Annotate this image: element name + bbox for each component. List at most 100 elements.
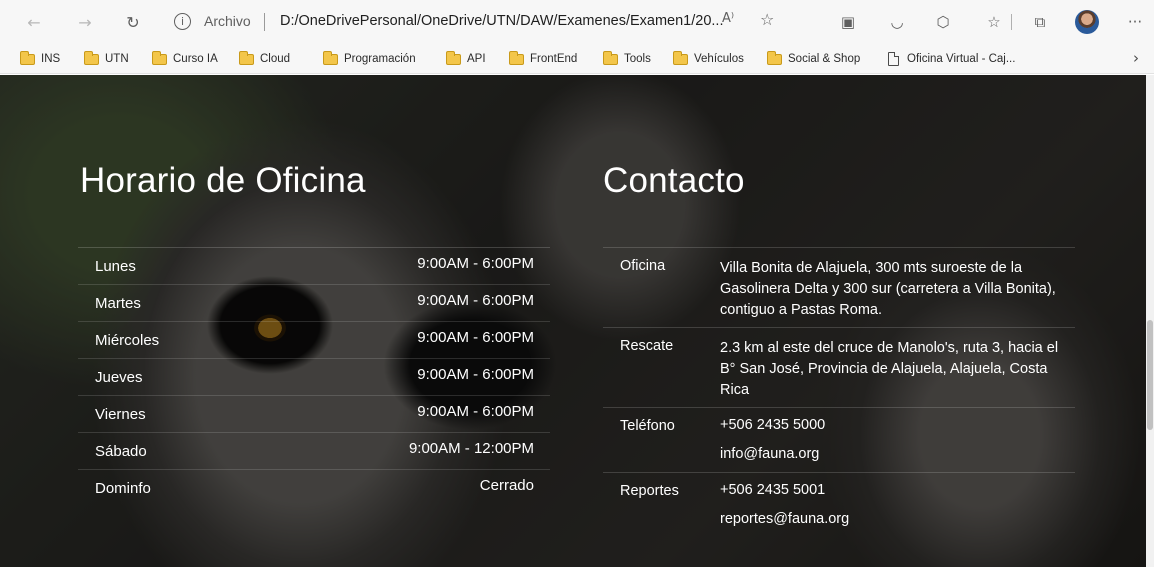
hours-title: Horario de Oficina xyxy=(80,161,366,200)
info-icon[interactable]: i xyxy=(174,13,191,30)
folder-icon xyxy=(20,50,35,65)
back-icon[interactable]: ← xyxy=(22,10,46,34)
table-row: Lunes 9:00AM - 6:00PM xyxy=(78,247,550,284)
bookmark-folder[interactable]: Curso IA xyxy=(152,49,218,69)
hours-table: Lunes 9:00AM - 6:00PM Martes 9:00AM - 6:00… xyxy=(78,247,550,506)
folder-icon xyxy=(323,50,338,65)
contact-table: Oficina Villa Bonita de Alajuela, 300 mt… xyxy=(603,247,1075,547)
extensions-puzzle-icon[interactable]: ⬡ xyxy=(931,10,955,34)
bookmark-folder[interactable]: Cloud xyxy=(239,49,290,69)
table-row: Rescate 2.3 km al este del cruce de Mano… xyxy=(603,327,1075,407)
email-link[interactable]: reportes@fauna.org xyxy=(720,505,1060,534)
contact-label: Reportes xyxy=(620,483,679,499)
bookmark-folder[interactable]: Tools xyxy=(603,49,651,69)
contact-value: 2.3 km al este del cruce de Manolo's, ru… xyxy=(720,340,1059,398)
contact-title: Contacto xyxy=(603,161,745,200)
table-row: Viernes 9:00AM - 6:00PM xyxy=(78,395,550,432)
pocket-icon[interactable]: ◡ xyxy=(885,10,909,34)
contact-value: +506 2435 5001 reportes@fauna.org xyxy=(720,476,1060,534)
table-row: Martes 9:00AM - 6:00PM xyxy=(78,284,550,321)
phone-link[interactable]: +506 2435 5001 xyxy=(720,476,1060,505)
toolbar-divider xyxy=(1011,14,1012,30)
favorites-icon[interactable]: ☆ xyxy=(982,10,1006,34)
bookmark-label: Curso IA xyxy=(173,53,218,65)
bookmark-folder[interactable]: Social & Shop xyxy=(767,49,860,69)
scrollbar-thumb[interactable] xyxy=(1147,320,1153,430)
page-icon xyxy=(888,52,899,66)
table-row: Oficina Villa Bonita de Alajuela, 300 mt… xyxy=(603,247,1075,327)
folder-icon xyxy=(152,50,167,65)
bookmark-label: Oficina Virtual - Caj... xyxy=(907,53,1016,65)
bookmark-folder[interactable]: API xyxy=(446,49,486,69)
table-row: Reportes +506 2435 5001 reportes@fauna.o… xyxy=(603,472,1075,547)
forward-icon[interactable]: → xyxy=(73,10,97,34)
bookmark-label: FrontEnd xyxy=(530,53,578,65)
phone-link[interactable]: +506 2435 5000 xyxy=(720,411,1060,440)
table-row: Miércoles 9:00AM - 6:00PM xyxy=(78,321,550,358)
bookmark-folder[interactable]: UTN xyxy=(84,49,129,69)
bookmark-folder[interactable]: FrontEnd xyxy=(509,49,577,69)
table-row: Jueves 9:00AM - 6:00PM xyxy=(78,358,550,395)
extension-icon[interactable]: ▣ xyxy=(836,10,860,34)
chevron-right-icon[interactable]: › xyxy=(1133,49,1139,67)
time-cell: 9:00AM - 12:00PM xyxy=(408,440,534,457)
table-row: Dominfo Cerrado xyxy=(78,469,550,506)
contact-value: +506 2435 5000 info@fauna.org xyxy=(720,411,1060,469)
bookmarks-bar: INS UTN Curso IA Cloud Programación API … xyxy=(0,46,1154,72)
read-aloud-icon[interactable]: A⁾ xyxy=(722,11,734,26)
vertical-scrollbar[interactable] xyxy=(1146,75,1154,567)
browser-toolbar: ← → ↻ i Archivo D:/OneDrivePersonal/OneD… xyxy=(0,0,1154,44)
bookmark-label: Tools xyxy=(624,53,651,65)
info-section: Horario de Oficina Contacto Lunes 9:00AM … xyxy=(0,75,1146,567)
browser-chrome: ← → ↻ i Archivo D:/OneDrivePersonal/OneD… xyxy=(0,0,1154,74)
refresh-icon[interactable]: ↻ xyxy=(121,10,145,34)
folder-icon xyxy=(239,50,254,65)
more-menu-icon[interactable]: ··· xyxy=(1123,10,1147,34)
add-favorite-icon[interactable]: ☆ xyxy=(760,10,774,29)
time-cell: 9:00AM - 6:00PM xyxy=(417,329,534,346)
page-viewport: Horario de Oficina Contacto Lunes 9:00AM … xyxy=(0,75,1154,567)
folder-icon xyxy=(446,50,461,65)
time-cell: Cerrado xyxy=(479,477,534,494)
collections-icon[interactable]: ⧉ xyxy=(1028,10,1052,34)
profile-avatar[interactable] xyxy=(1075,10,1099,34)
day-cell: Jueves xyxy=(95,369,143,386)
day-cell: Sábado xyxy=(95,443,147,460)
bookmark-label: INS xyxy=(41,53,61,65)
day-cell: Lunes xyxy=(95,258,136,275)
bookmark-label: Programación xyxy=(344,53,416,65)
time-cell: 9:00AM - 6:00PM xyxy=(417,255,534,272)
address-bar[interactable]: i Archivo D:/OneDrivePersonal/OneDrive/U… xyxy=(162,7,1050,37)
bookmark-label: API xyxy=(467,53,486,65)
bookmark-label: Cloud xyxy=(260,53,291,65)
folder-icon xyxy=(84,50,99,65)
bookmark-folder[interactable]: Vehículos xyxy=(673,49,744,69)
time-cell: 9:00AM - 6:00PM xyxy=(417,403,534,420)
bookmark-label: Vehículos xyxy=(694,53,744,65)
day-cell: Viernes xyxy=(95,406,146,423)
contact-value: Villa Bonita de Alajuela, 300 mts suroes… xyxy=(720,260,1056,318)
folder-icon xyxy=(603,50,618,65)
folder-icon xyxy=(509,50,524,65)
contact-label: Teléfono xyxy=(620,418,675,434)
time-cell: 9:00AM - 6:00PM xyxy=(417,292,534,309)
address-url[interactable]: D:/OneDrivePersonal/OneDrive/UTN/DAW/Exa… xyxy=(280,13,723,29)
day-cell: Miércoles xyxy=(95,332,160,349)
address-scheme: Archivo xyxy=(204,13,251,29)
email-link[interactable]: info@fauna.org xyxy=(720,440,1060,469)
bookmark-label: UTN xyxy=(105,53,129,65)
contact-label: Oficina xyxy=(620,258,666,274)
address-separator xyxy=(264,13,265,31)
bookmark-folder[interactable]: INS xyxy=(20,49,60,69)
time-cell: 9:00AM - 6:00PM xyxy=(417,366,534,383)
table-row: Teléfono +506 2435 5000 info@fauna.org xyxy=(603,407,1075,472)
bookmark-label: Social & Shop xyxy=(788,53,861,65)
day-cell: Martes xyxy=(95,295,141,312)
table-row: Sábado 9:00AM - 12:00PM xyxy=(78,432,550,469)
contact-label: Rescate xyxy=(620,338,674,354)
folder-icon xyxy=(673,50,688,65)
bookmark-folder[interactable]: Programación xyxy=(323,49,416,69)
folder-icon xyxy=(767,50,782,65)
bookmark-page[interactable]: Oficina Virtual - Caj... xyxy=(888,49,1015,69)
day-cell: Dominfo xyxy=(95,480,151,497)
